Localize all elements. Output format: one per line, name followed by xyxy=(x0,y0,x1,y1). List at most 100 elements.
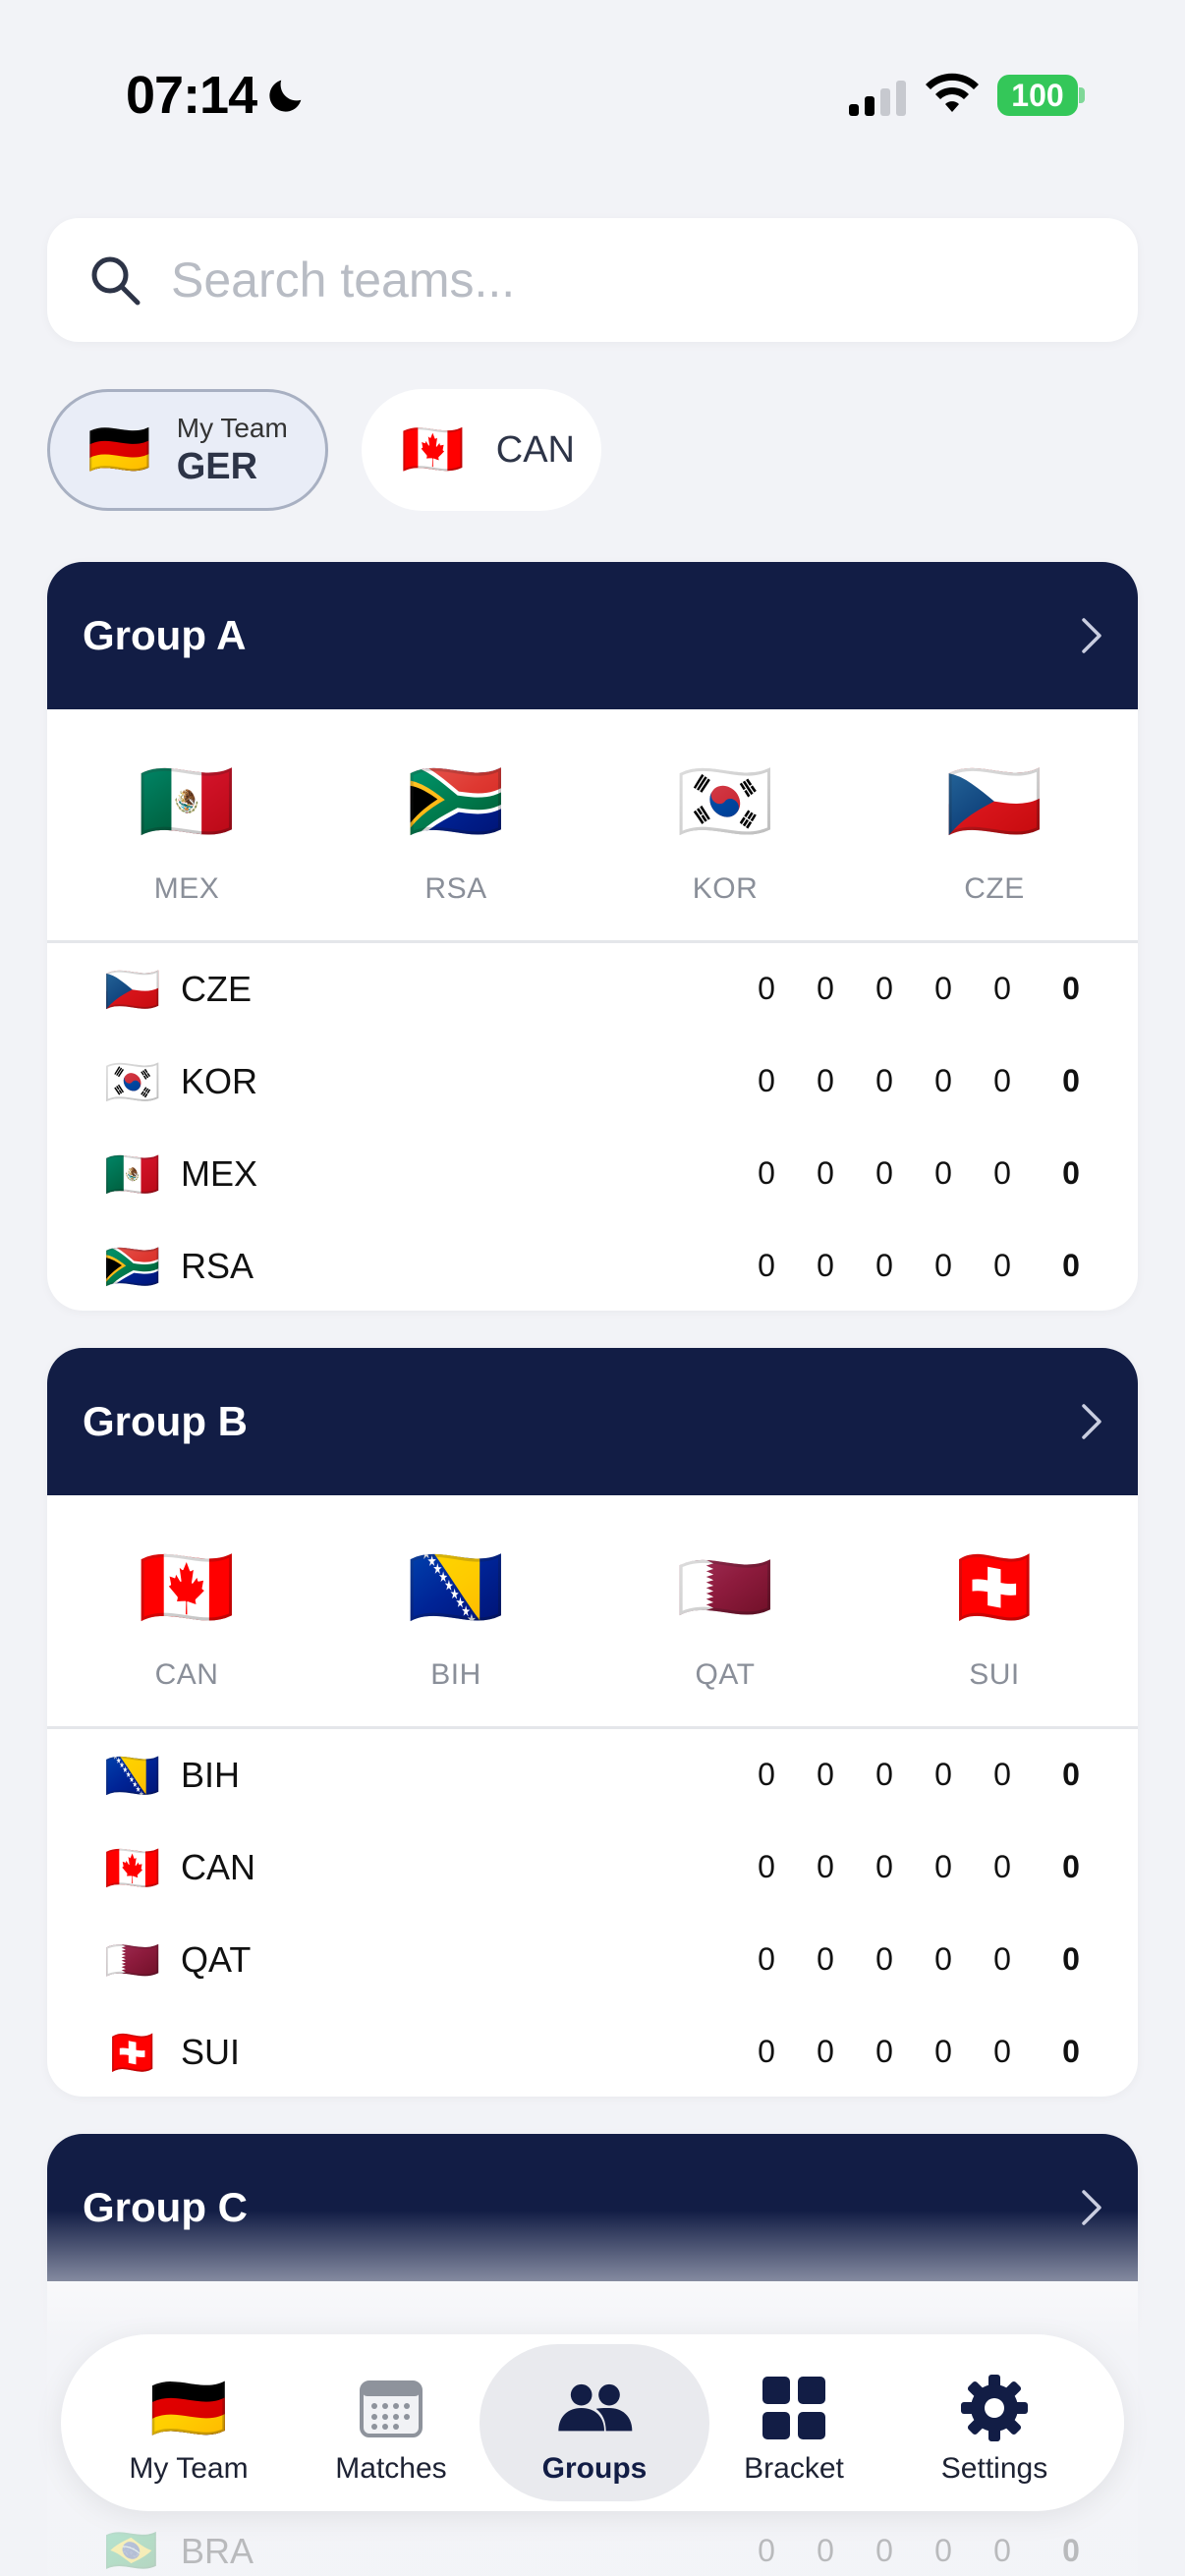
flag-code: QAT xyxy=(695,1658,756,1691)
stat-cell: 0 xyxy=(993,1248,1011,1283)
team-code: MEX xyxy=(181,1153,258,1194)
south-korea-flag-icon: 🇰🇷 xyxy=(676,757,774,845)
flag-column[interactable]: 🇿🇦 RSA xyxy=(358,762,554,906)
flag-code: CZE xyxy=(964,872,1025,905)
flag-column[interactable]: 🇶🇦 QAT xyxy=(627,1548,823,1692)
stat-cell: 0 xyxy=(758,1941,775,1977)
people-icon-wrap xyxy=(555,2374,634,2442)
group-header-b[interactable]: Group B xyxy=(47,1348,1138,1495)
stat-cell: 0 xyxy=(817,2533,834,2568)
table-row[interactable]: 🇲🇽 MEX 0 0 0 0 0 0 xyxy=(47,1128,1138,1220)
points-cell: 0 xyxy=(1062,1941,1080,1977)
tab-my-team[interactable]: 🇩🇪 My Team xyxy=(90,2344,287,2501)
flag-column[interactable]: 🇨🇭 SUI xyxy=(896,1548,1093,1692)
stat-cell: 0 xyxy=(817,971,834,1006)
group-flag-row: 🇨🇦 CAN 🇧🇦 BIH 🇶🇦 QAT 🇨🇭 SUI xyxy=(47,1495,1138,1729)
table-row[interactable]: 🇰🇷 KOR 0 0 0 0 0 0 xyxy=(47,1036,1138,1128)
team-code: KOR xyxy=(181,1061,258,1101)
tab-settings[interactable]: Settings xyxy=(896,2344,1093,2501)
stat-cell: 0 xyxy=(817,1849,834,1884)
stat-cell: 0 xyxy=(993,1155,1011,1191)
table-row[interactable]: 🇶🇦 QAT 0 0 0 0 0 0 xyxy=(47,1914,1138,2006)
flag-code: MEX xyxy=(153,872,220,905)
stat-cell: 0 xyxy=(934,971,952,1006)
canada-flag-icon: 🇨🇦 xyxy=(401,421,465,478)
stat-cell: 0 xyxy=(875,1248,893,1283)
germany-flag-icon: 🇩🇪 xyxy=(87,421,151,478)
search-input[interactable] xyxy=(171,244,1095,316)
battery-cap xyxy=(1079,87,1085,103)
points-cell: 0 xyxy=(1062,2034,1080,2069)
stat-cell: 0 xyxy=(817,1155,834,1191)
flag-code: CAN xyxy=(154,1658,219,1691)
table-row[interactable]: 🇨🇭 SUI 0 0 0 0 0 0 xyxy=(47,2006,1138,2097)
flag-code: SUI xyxy=(969,1658,1020,1691)
table-row[interactable]: 🇨🇦 CAN 0 0 0 0 0 0 xyxy=(47,1821,1138,1914)
switzerland-flag-icon: 🇨🇭 xyxy=(945,1543,1044,1631)
stat-cell: 0 xyxy=(875,2034,893,2069)
table-row[interactable]: 🇨🇿 CZE 0 0 0 0 0 0 xyxy=(47,943,1138,1036)
czechia-flag-icon: 🇨🇿 xyxy=(104,964,161,1015)
stat-cell: 0 xyxy=(758,1155,775,1191)
points-cell: 0 xyxy=(1062,971,1080,1006)
chevron-right-icon xyxy=(1082,1404,1101,1439)
stat-cell: 0 xyxy=(758,2533,775,2568)
tab-label: Matches xyxy=(335,2452,447,2485)
brazil-flag-icon: 🇧🇷 xyxy=(104,2527,158,2575)
table-row[interactable]: 🇿🇦 RSA 0 0 0 0 0 0 xyxy=(47,1220,1138,1311)
stat-cell: 0 xyxy=(758,2034,775,2069)
tab-matches[interactable]: Matches xyxy=(293,2344,489,2501)
tab-bracket[interactable]: Bracket xyxy=(696,2344,892,2501)
stat-cell: 0 xyxy=(934,1155,952,1191)
my-team-chip[interactable]: 🇩🇪 My Team GER xyxy=(47,389,328,511)
stat-cell: 0 xyxy=(758,1063,775,1098)
flag-column[interactable]: 🇰🇷 KOR xyxy=(627,762,823,906)
stat-cell: 0 xyxy=(817,1063,834,1098)
flag-column[interactable]: 🇲🇽 MEX xyxy=(88,762,285,906)
group-title: Group B xyxy=(83,1398,248,1444)
stat-cell: 0 xyxy=(993,2034,1011,2069)
group-title: Group A xyxy=(83,612,247,658)
stat-cell: 0 xyxy=(875,1063,893,1098)
table-row[interactable]: 🇧🇦 BIH 0 0 0 0 0 0 xyxy=(47,1729,1138,1821)
points-cell: 0 xyxy=(1062,1757,1080,1792)
flag-code: RSA xyxy=(424,872,487,905)
flag-column[interactable]: 🇨🇿 CZE xyxy=(896,762,1093,906)
switzerland-flag-icon: 🇨🇭 xyxy=(104,2027,161,2078)
flag-column[interactable]: 🇨🇦 CAN xyxy=(88,1548,285,1692)
status-bar: 07:14 100 xyxy=(0,0,1185,196)
team-code: SUI xyxy=(181,2032,241,2072)
points-cell: 0 xyxy=(1062,1063,1080,1098)
bosnia-flag-icon: 🇧🇦 xyxy=(407,1543,505,1631)
my-team-chip-code: GER xyxy=(176,445,258,487)
team-chip-code: CAN xyxy=(495,428,575,471)
stat-cell: 0 xyxy=(758,971,775,1006)
stat-cell: 0 xyxy=(993,2533,1011,2568)
south-africa-flag-icon: 🇿🇦 xyxy=(104,1241,161,1292)
my-team-chip-label: My Team xyxy=(176,412,288,443)
czechia-flag-icon: 🇨🇿 xyxy=(945,757,1044,845)
qatar-flag-icon: 🇶🇦 xyxy=(104,1934,161,1986)
stat-cell: 0 xyxy=(875,1941,893,1977)
search-bar[interactable] xyxy=(47,218,1138,342)
stat-cell: 0 xyxy=(875,1155,893,1191)
points-cell: 0 xyxy=(1062,1248,1080,1283)
stat-cell: 0 xyxy=(817,2034,834,2069)
team-code: BRA xyxy=(181,2531,254,2571)
qatar-flag-icon: 🇶🇦 xyxy=(676,1543,774,1631)
people-icon xyxy=(558,2383,633,2432)
tab-label: Settings xyxy=(940,2452,1048,2485)
tab-groups[interactable]: Groups xyxy=(480,2344,709,2501)
mexico-flag-icon: 🇲🇽 xyxy=(138,757,236,845)
canada-flag-icon: 🇨🇦 xyxy=(138,1543,236,1631)
group-header-a[interactable]: Group A xyxy=(47,562,1138,709)
grid-icon-wrap xyxy=(755,2374,833,2442)
moon-icon xyxy=(269,80,302,112)
stat-cell: 0 xyxy=(875,1757,893,1792)
team-chip-can[interactable]: 🇨🇦 CAN xyxy=(362,389,601,511)
stat-cell: 0 xyxy=(934,1063,952,1098)
stat-cell: 0 xyxy=(934,1849,952,1884)
flag-column[interactable]: 🇧🇦 BIH xyxy=(358,1548,554,1692)
table-row: 🇧🇷 BRA 0 0 0 0 0 0 xyxy=(47,2525,1138,2576)
team-code: CAN xyxy=(181,1847,256,1887)
